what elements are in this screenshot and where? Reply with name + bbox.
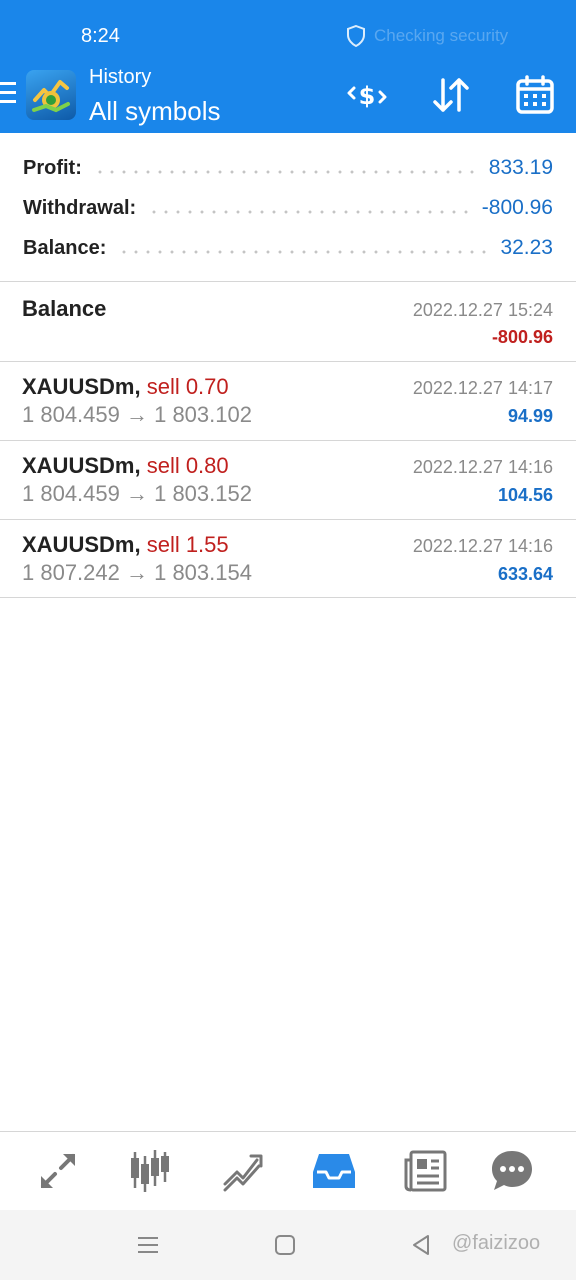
deal-profit: 104.56 xyxy=(497,485,553,505)
security-text: Checking security xyxy=(374,26,509,45)
quotes-icon[interactable] xyxy=(35,1148,81,1194)
balance-operation-row[interactable]: Balance 2022.12.27 15:24 -800.96 xyxy=(0,283,576,362)
deal-title: XAUUSDm, sell 1.55 xyxy=(22,532,229,558)
deal-prices: 1 807.242 → 1 803.154 xyxy=(22,560,252,585)
history-icon[interactable] xyxy=(311,1148,357,1194)
operation-amount: -800.96 xyxy=(491,327,553,347)
deal-side: sell 0.80 xyxy=(146,453,229,478)
deal-side: sell 0.70 xyxy=(146,374,229,399)
menu-icon xyxy=(0,82,16,85)
deal-prices: 1 804.459 → 1 803.152 xyxy=(22,481,252,506)
deal-side: sell 1.55 xyxy=(146,532,229,557)
deal-title: XAUUSDm, sell 0.80 xyxy=(22,453,229,479)
deal-profit: 633.64 xyxy=(497,564,553,584)
chat-icon[interactable] xyxy=(489,1148,535,1194)
deal-title: XAUUSDm, sell 0.70 xyxy=(22,374,229,400)
header-subtitle: History xyxy=(89,66,152,88)
home-icon[interactable] xyxy=(272,1232,298,1258)
deal-profit: 94.99 xyxy=(507,406,553,426)
deal-symbol: XAUUSDm, xyxy=(22,532,141,557)
svg-text:$: $ xyxy=(359,82,376,110)
balance-label: Balance: xyxy=(23,236,107,259)
metatrader-logo xyxy=(26,70,76,120)
withdrawal-label: Withdrawal: xyxy=(23,196,137,219)
withdrawal-value: -800.96 xyxy=(481,196,553,219)
deal-time: 2022.12.27 14:16 xyxy=(412,457,553,477)
balance-row: Balance: 32.23 xyxy=(23,233,553,263)
chart-icon[interactable] xyxy=(127,1148,173,1194)
balance-value: 32.23 xyxy=(500,236,553,259)
recent-apps-icon[interactable] xyxy=(135,1232,161,1258)
app-header: 8:24 Checking security History All symbo… xyxy=(0,0,576,133)
deal-symbol: XAUUSDm, xyxy=(22,374,141,399)
deal-row[interactable]: XAUUSDm, sell 1.55 1 807.242 → 1 803.154… xyxy=(0,520,576,598)
trade-icon[interactable] xyxy=(219,1148,265,1194)
sort-icon[interactable] xyxy=(430,74,472,116)
deal-time: 2022.12.27 14:16 xyxy=(412,536,553,556)
bottom-navigation xyxy=(0,1131,576,1210)
dotted-leader xyxy=(118,238,489,258)
currency-exchange-icon[interactable]: $ xyxy=(346,74,388,116)
operation-title: Balance xyxy=(22,296,107,321)
deal-prices: 1 804.459 → 1 803.102 xyxy=(22,402,252,427)
deal-time: 2022.12.27 14:17 xyxy=(412,378,553,398)
news-icon[interactable] xyxy=(403,1148,449,1194)
history-summary: Profit: 833.19 Withdrawal: -800.96 Balan… xyxy=(0,133,576,282)
profit-label: Profit: xyxy=(23,156,82,179)
watermark: @faizizoo xyxy=(452,1232,541,1254)
menu-button[interactable] xyxy=(0,82,18,108)
deal-row[interactable]: XAUUSDm, sell 0.70 1 804.459 → 1 803.102… xyxy=(0,362,576,441)
calendar-icon[interactable] xyxy=(514,74,556,116)
operation-time: 2022.12.27 15:24 xyxy=(412,300,553,320)
security-status: Checking security xyxy=(346,25,508,47)
dotted-leader xyxy=(93,158,477,178)
profit-value: 833.19 xyxy=(488,156,553,179)
profit-row: Profit: 833.19 xyxy=(23,153,553,183)
dotted-leader xyxy=(148,198,470,218)
status-time: 8:24 xyxy=(81,25,120,47)
deal-symbol: XAUUSDm, xyxy=(22,453,141,478)
page-title[interactable]: All symbols xyxy=(89,96,220,127)
withdrawal-row: Withdrawal: -800.96 xyxy=(23,193,553,223)
shield-icon xyxy=(347,25,365,47)
deal-row[interactable]: XAUUSDm, sell 0.80 1 804.459 → 1 803.152… xyxy=(0,441,576,520)
back-icon[interactable] xyxy=(408,1232,434,1258)
